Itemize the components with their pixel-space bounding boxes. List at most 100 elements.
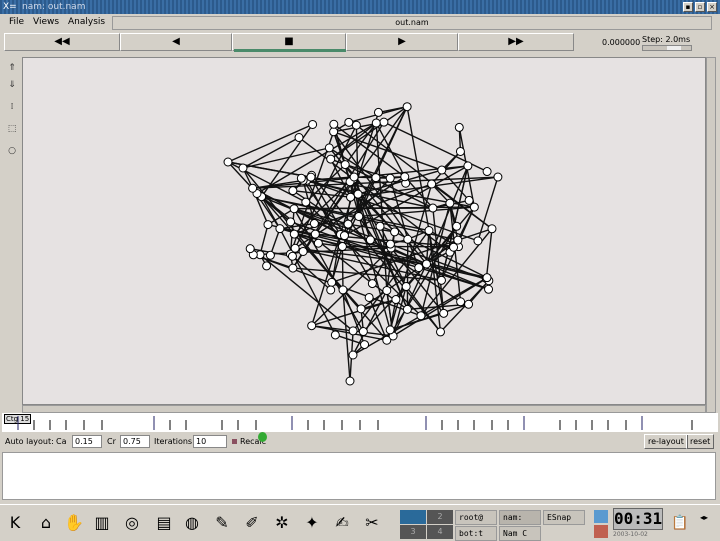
- node[interactable]: [311, 230, 319, 238]
- hand-icon[interactable]: ✋: [62, 511, 86, 535]
- node[interactable]: [437, 276, 445, 284]
- node[interactable]: [485, 285, 493, 293]
- node[interactable]: [291, 244, 299, 252]
- node[interactable]: [391, 228, 399, 236]
- game-icon[interactable]: ✦: [300, 511, 324, 535]
- node[interactable]: [446, 199, 454, 207]
- node[interactable]: [386, 174, 394, 182]
- rewind-button[interactable]: ◀◀: [4, 33, 120, 51]
- node[interactable]: [349, 351, 357, 359]
- node-icon[interactable]: ○: [3, 143, 21, 159]
- close-button[interactable]: ×: [707, 2, 717, 12]
- node[interactable]: [383, 286, 391, 294]
- node[interactable]: [354, 190, 362, 198]
- node[interactable]: [308, 322, 316, 330]
- node[interactable]: [309, 120, 317, 128]
- vertical-scrollbar[interactable]: [706, 57, 716, 413]
- node[interactable]: [350, 173, 358, 181]
- network-canvas[interactable]: [22, 57, 706, 405]
- node[interactable]: [380, 118, 388, 126]
- node[interactable]: [403, 103, 411, 111]
- task-root[interactable]: root@: [455, 510, 497, 525]
- node[interactable]: [263, 262, 271, 270]
- node[interactable]: [368, 280, 376, 288]
- zoom-in-icon[interactable]: ⇑: [3, 60, 21, 76]
- node[interactable]: [276, 225, 284, 233]
- node[interactable]: [455, 123, 463, 131]
- node[interactable]: [239, 164, 247, 172]
- scroll-arrows[interactable]: ◂▸: [700, 513, 708, 522]
- node[interactable]: [372, 174, 380, 182]
- node[interactable]: [327, 155, 335, 163]
- node[interactable]: [429, 204, 437, 212]
- edit-icon[interactable]: ⁞: [3, 99, 21, 115]
- node[interactable]: [297, 174, 305, 182]
- node[interactable]: [483, 168, 491, 176]
- node[interactable]: [330, 120, 338, 128]
- k-menu-icon[interactable]: K: [3, 511, 27, 535]
- node[interactable]: [289, 264, 297, 272]
- node[interactable]: [402, 282, 410, 290]
- task-esnap[interactable]: ESnap: [543, 510, 585, 525]
- select-icon[interactable]: ⬚: [3, 121, 21, 137]
- horizontal-scrollbar[interactable]: [22, 405, 706, 413]
- node[interactable]: [366, 236, 374, 244]
- play-button[interactable]: ▶: [346, 33, 458, 51]
- node[interactable]: [266, 251, 274, 259]
- node[interactable]: [246, 245, 254, 253]
- node[interactable]: [290, 230, 298, 238]
- node[interactable]: [357, 305, 365, 313]
- node[interactable]: [331, 331, 339, 339]
- node[interactable]: [488, 225, 496, 233]
- node[interactable]: [355, 212, 363, 220]
- tools-icon[interactable]: ✲: [270, 511, 294, 535]
- node[interactable]: [453, 222, 461, 230]
- x-app-icon[interactable]: X=: [3, 2, 17, 12]
- node[interactable]: [327, 286, 335, 294]
- node[interactable]: [374, 108, 382, 116]
- node[interactable]: [346, 377, 354, 385]
- node[interactable]: [417, 312, 425, 320]
- node[interactable]: [465, 196, 473, 204]
- reset-button[interactable]: reset: [686, 434, 714, 449]
- annotation-text-area[interactable]: [2, 452, 716, 500]
- node[interactable]: [401, 173, 409, 181]
- node[interactable]: [295, 134, 303, 142]
- node[interactable]: [428, 180, 436, 188]
- node[interactable]: [345, 118, 353, 126]
- node[interactable]: [287, 218, 295, 226]
- node[interactable]: [440, 309, 448, 317]
- iterations-input[interactable]: 10: [193, 435, 227, 448]
- node[interactable]: [456, 147, 464, 155]
- step-back-button[interactable]: ◀: [120, 33, 232, 51]
- node[interactable]: [289, 187, 297, 195]
- node[interactable]: [403, 305, 411, 313]
- node[interactable]: [376, 222, 384, 230]
- node[interactable]: [249, 184, 257, 192]
- desktop-3[interactable]: 3: [400, 525, 426, 539]
- recalc-checkbox[interactable]: [232, 439, 237, 444]
- clipboard-icon[interactable]: 📋: [668, 511, 692, 535]
- browser-icon[interactable]: ◍: [180, 511, 204, 535]
- node[interactable]: [457, 298, 465, 306]
- node[interactable]: [359, 328, 367, 336]
- desktop-1[interactable]: 1: [400, 510, 426, 524]
- filemanager-icon[interactable]: ▤: [152, 511, 176, 535]
- relayout-button[interactable]: re-layout: [644, 434, 688, 449]
- node[interactable]: [330, 128, 338, 136]
- desktop-2[interactable]: 2: [427, 510, 453, 524]
- node[interactable]: [474, 237, 482, 245]
- tool-icon[interactable]: ✂: [360, 511, 384, 535]
- node[interactable]: [328, 278, 336, 286]
- paint-icon[interactable]: ✐: [240, 511, 264, 535]
- node[interactable]: [365, 293, 373, 301]
- node[interactable]: [288, 252, 296, 260]
- office-icon[interactable]: ✍: [330, 511, 354, 535]
- terminal-icon[interactable]: ▥: [90, 511, 114, 535]
- menu-file[interactable]: File: [9, 17, 24, 27]
- editor-icon[interactable]: ✎: [210, 511, 234, 535]
- node[interactable]: [347, 193, 355, 201]
- node[interactable]: [352, 121, 360, 129]
- minimize-button[interactable]: ▪: [683, 2, 693, 12]
- step-slider[interactable]: [642, 45, 692, 51]
